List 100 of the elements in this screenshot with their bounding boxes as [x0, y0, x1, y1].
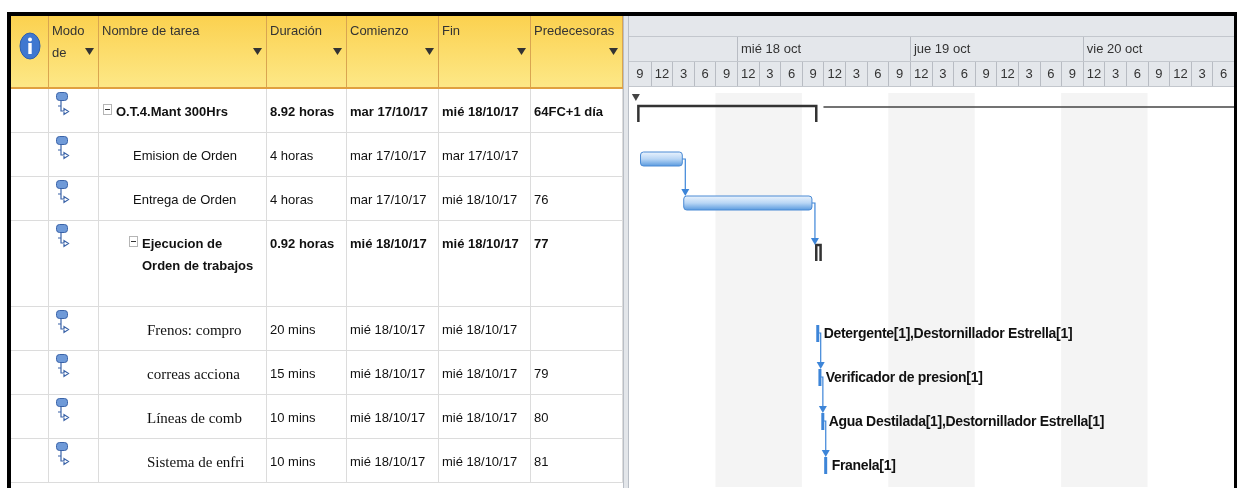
table-cell: mié 18/10/17 [442, 322, 518, 337]
dropdown-icon[interactable] [425, 48, 434, 55]
hour-label: 6 [1220, 66, 1228, 81]
hour-label: 6 [1133, 66, 1141, 81]
table-cell: mar 17/10/17 [442, 148, 519, 163]
hour-label: 3 [1198, 66, 1206, 81]
hour-label: 12 [1000, 66, 1015, 81]
table-cell: 10 mins [270, 410, 316, 425]
day-label: vie 20 oct [1086, 41, 1143, 56]
task-mode-icon [56, 224, 70, 248]
task-bar [816, 325, 820, 342]
task-bar [640, 151, 683, 167]
hour-label: 3 [852, 66, 860, 81]
table-cell: mié 18/10/17 [350, 454, 426, 469]
hour-label: 9 [1068, 66, 1077, 81]
hour-label: 6 [874, 66, 882, 81]
table-cell: mar 17/10/17 [350, 104, 429, 119]
hour-label: 9 [895, 66, 904, 81]
hour-label: 3 [766, 66, 774, 81]
collapse-icon[interactable] [103, 104, 112, 115]
collapse-icon[interactable] [129, 236, 138, 247]
column-header[interactable]: Comienzo [350, 20, 409, 42]
resource-label: Agua Destilada[1],Destornillador Estrella[1] [828, 413, 1105, 429]
task-name: correas acciona [147, 365, 240, 384]
column-header[interactable]: Duración [270, 20, 323, 42]
task-mode-icon [56, 354, 70, 378]
task-name: Entrega de Orden [133, 191, 237, 209]
task-name: Emision de Orden [133, 147, 238, 165]
task-mode-icon [56, 180, 70, 204]
task-bar [824, 457, 828, 474]
table-cell: mar 17/10/17 [350, 148, 427, 163]
hour-label: 6 [960, 66, 968, 81]
table-cell: mié 18/10/17 [350, 236, 427, 251]
hour-label: 6 [787, 66, 796, 81]
table-cell: mié 18/10/17 [350, 322, 426, 337]
hour-label: 12 [654, 66, 670, 81]
hour-label: 9 [636, 66, 644, 81]
table-cell: 8.92 horas [270, 104, 335, 119]
summary-bar [815, 243, 822, 261]
connector-arrow [681, 158, 690, 196]
resource-label: Detergente[1],Destornillador Estrella[1] [823, 325, 1073, 341]
hour-label: 12 [1086, 66, 1102, 81]
day-label: jue 19 oct [913, 41, 971, 56]
hour-label: 9 [809, 66, 817, 81]
table-cell: mié 18/10/17 [442, 236, 519, 251]
table-cell: 20 mins [270, 322, 316, 337]
table-cell: 0.92 horas [270, 236, 335, 251]
dropdown-icon[interactable] [333, 48, 342, 55]
task-mode-icon [56, 310, 70, 334]
hour-label: 6 [1047, 66, 1055, 81]
table-cell: 4 horas [270, 148, 314, 163]
table-cell: mié 18/10/17 [442, 192, 518, 207]
table-cell: 76 [534, 192, 549, 207]
dropdown-icon[interactable] [609, 48, 618, 55]
table-cell: 80 [534, 410, 549, 425]
table-cell: 4 horas [270, 192, 314, 207]
connector-arrow [818, 376, 827, 413]
info-icon [18, 32, 41, 60]
hour-label: 3 [679, 66, 688, 81]
connector-arrow [810, 202, 819, 245]
table-cell: mié 18/10/17 [350, 366, 426, 381]
table-cell: mié 18/10/17 [442, 366, 518, 381]
task-name: Frenos: compro [147, 321, 242, 340]
table-cell: mié 18/10/17 [442, 410, 518, 425]
column-header[interactable]: Fin [442, 20, 461, 42]
task-mode-icon [56, 442, 70, 466]
dropdown-icon[interactable] [85, 48, 94, 55]
column-header[interactable]: Modo de [52, 20, 85, 64]
table-cell: 15 mins [270, 366, 316, 381]
connector-arrow [816, 332, 825, 369]
resource-label: Franela[1] [831, 457, 896, 473]
task-mode-icon [56, 398, 70, 422]
column-header[interactable]: Nombre de tarea [102, 20, 200, 42]
dropdown-icon[interactable] [517, 48, 526, 55]
task-mode-icon [56, 92, 70, 116]
column-header[interactable]: Predecesoras [534, 20, 615, 42]
task-mode-icon [56, 136, 70, 160]
hour-label: 3 [939, 66, 947, 81]
table-cell: 81 [534, 454, 549, 469]
table-cell: 10 mins [270, 454, 316, 469]
dropdown-icon[interactable] [253, 48, 262, 55]
table-cell: mié 18/10/17 [442, 104, 519, 119]
marker-icon [631, 94, 640, 101]
table-cell: 64FC+1 día [534, 104, 603, 119]
hour-label: 3 [1112, 66, 1120, 81]
hour-label: 12 [827, 66, 842, 81]
day-label: mié 18 oct [741, 41, 801, 56]
hour-label: 9 [982, 66, 990, 81]
connector-arrow [821, 420, 830, 457]
table-cell: mié 18/10/17 [350, 410, 426, 425]
task-name: Sistema de enfri [147, 453, 245, 472]
hour-label: 12 [741, 66, 756, 81]
table-cell: 79 [534, 366, 549, 381]
hour-label: 12 [913, 66, 929, 81]
hour-label: 12 [1173, 66, 1188, 81]
hour-label: 6 [701, 66, 709, 81]
task-bar [821, 413, 825, 430]
hour-label: 3 [1025, 66, 1033, 81]
table-cell: mar 17/10/17 [350, 192, 427, 207]
task-name: Ejecucion de Orden de trabajos [142, 235, 255, 275]
